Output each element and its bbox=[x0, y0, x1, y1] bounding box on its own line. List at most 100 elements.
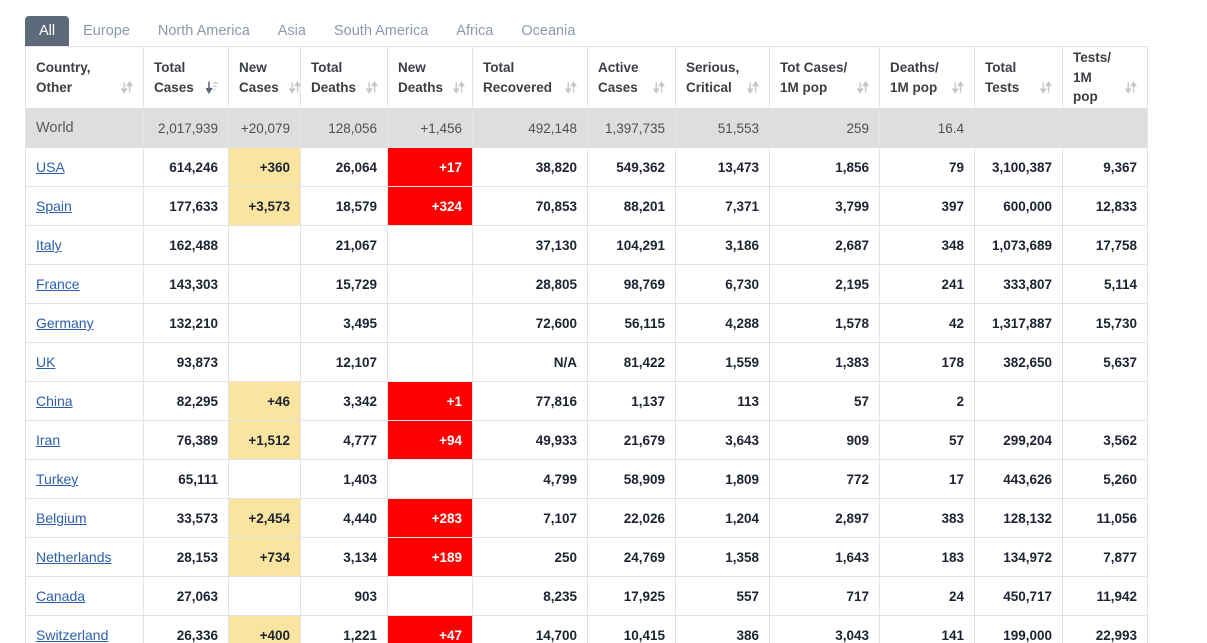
sort-both-icon-wrap[interactable] bbox=[366, 80, 379, 95]
column-header-other[interactable]: Country, Other bbox=[25, 46, 144, 109]
tab-all[interactable]: All bbox=[25, 16, 70, 46]
country-link[interactable]: China bbox=[36, 393, 73, 409]
column-header-line2: Deaths bbox=[311, 79, 357, 95]
cell-total-deaths: 4,440 bbox=[300, 498, 388, 538]
country-link[interactable]: Belgium bbox=[36, 510, 87, 526]
tab-north-america[interactable]: North America bbox=[144, 16, 264, 46]
sort-both-icon-wrap[interactable] bbox=[453, 80, 466, 95]
cell-country: France bbox=[25, 264, 144, 304]
cell-deaths-per-1m: 141 bbox=[879, 615, 975, 643]
table-row: Iran 76,389 +1,512 4,777 +94 49,933 21,679 3,64… bbox=[25, 420, 1148, 460]
column-header-line1: New bbox=[239, 59, 267, 75]
cell-total-tests bbox=[974, 381, 1063, 421]
column-header-cases[interactable]: Total Cases bbox=[143, 46, 229, 109]
tab-asia[interactable]: Asia bbox=[264, 16, 320, 46]
sort-both-icon-wrap[interactable] bbox=[288, 80, 301, 95]
cell-serious-critical: 51,553 bbox=[675, 108, 770, 148]
column-header-1m-pop[interactable]: Tot Cases/1M pop bbox=[769, 46, 880, 109]
sort-both-icon-wrap[interactable] bbox=[1040, 80, 1052, 95]
sort-both-icon-wrap[interactable] bbox=[565, 80, 577, 95]
country-link[interactable]: UK bbox=[36, 354, 55, 370]
sort-both-icon bbox=[453, 80, 466, 94]
cell-total-recovered: 49,933 bbox=[472, 420, 588, 460]
column-header-deaths[interactable]: Total Deaths bbox=[300, 46, 388, 109]
cell-active-cases: 22,026 bbox=[587, 498, 676, 538]
sort-both-icon-wrap[interactable] bbox=[747, 80, 759, 95]
country-link[interactable]: Canada bbox=[36, 588, 85, 604]
sort-both-icon-wrap[interactable] bbox=[857, 80, 869, 95]
column-header-line1: Serious, bbox=[686, 59, 740, 75]
cell-cases-per-1m: 1,643 bbox=[769, 537, 880, 577]
cell-deaths-per-1m: 17 bbox=[879, 459, 975, 499]
table-row: France 143,303 15,729 28,805 98,769 6,730 2,19… bbox=[25, 264, 1148, 304]
cell-country: Spain bbox=[25, 186, 144, 226]
column-header-1m-pop[interactable]: Deaths/1M pop bbox=[879, 46, 975, 109]
sort-both-icon bbox=[857, 80, 869, 94]
cell-tests-per-1m: 15,730 bbox=[1062, 303, 1148, 343]
table-row-world: World 2,017,939 +20,079 128,056 +1,456 492,14… bbox=[25, 108, 1148, 148]
cell-new-deaths bbox=[387, 576, 473, 616]
country-link[interactable]: USA bbox=[36, 159, 65, 175]
cell-total-recovered: 70,853 bbox=[472, 186, 588, 226]
column-header-recovered[interactable]: Total Recovered bbox=[472, 46, 588, 109]
cell-total-recovered: 77,816 bbox=[472, 381, 588, 421]
column-header-deaths[interactable]: New Deaths bbox=[387, 46, 473, 109]
sort-both-icon-wrap[interactable] bbox=[952, 80, 964, 95]
cell-cases-per-1m: 3,799 bbox=[769, 186, 880, 226]
sort-both-icon-wrap[interactable] bbox=[1125, 80, 1137, 95]
cell-tests-per-1m: 7,877 bbox=[1062, 537, 1148, 577]
cell-total-cases: 93,873 bbox=[143, 342, 229, 382]
tab-south-america[interactable]: South America bbox=[320, 16, 442, 46]
country-link[interactable]: Italy bbox=[36, 237, 62, 253]
cell-active-cases: 1,397,735 bbox=[587, 108, 676, 148]
sort-descending-icon-wrap[interactable] bbox=[206, 80, 218, 95]
sort-both-icon-wrap[interactable] bbox=[653, 80, 665, 95]
tab-oceania[interactable]: Oceania bbox=[507, 16, 589, 46]
sort-both-icon bbox=[366, 80, 379, 94]
cell-total-deaths: 15,729 bbox=[300, 264, 388, 304]
column-header-1m-pop[interactable]: Tests/1M pop bbox=[1062, 46, 1148, 109]
tab-europe[interactable]: Europe bbox=[69, 16, 144, 46]
column-header-line1: Deaths/ bbox=[890, 59, 939, 75]
cell-active-cases: 10,415 bbox=[587, 615, 676, 643]
cell-total-cases: 28,153 bbox=[143, 537, 229, 577]
cell-new-cases: +46 bbox=[228, 381, 301, 421]
sort-both-icon-wrap[interactable] bbox=[121, 80, 133, 95]
table-row: Italy 162,488 21,067 37,130 104,291 3,186 2,68… bbox=[25, 225, 1148, 265]
cell-deaths-per-1m: 24 bbox=[879, 576, 975, 616]
cell-deaths-per-1m: 79 bbox=[879, 147, 975, 187]
cell-total-tests: 1,073,689 bbox=[974, 225, 1063, 265]
cell-total-recovered: 37,130 bbox=[472, 225, 588, 265]
cell-new-deaths: +1,456 bbox=[387, 108, 473, 148]
column-header-critical[interactable]: Serious, Critical bbox=[675, 46, 770, 109]
column-header-cases[interactable]: Active Cases bbox=[587, 46, 676, 109]
country-link[interactable]: Switzerland bbox=[36, 627, 108, 643]
cell-active-cases: 98,769 bbox=[587, 264, 676, 304]
cell-country: Iran bbox=[25, 420, 144, 460]
cell-total-deaths: 1,221 bbox=[300, 615, 388, 643]
cell-deaths-per-1m: 178 bbox=[879, 342, 975, 382]
cell-total-cases: 132,210 bbox=[143, 303, 229, 343]
country-link[interactable]: Netherlands bbox=[36, 549, 112, 565]
country-link[interactable]: Iran bbox=[36, 432, 60, 448]
column-header-tests[interactable]: Total Tests bbox=[974, 46, 1063, 109]
cell-total-recovered: 4,799 bbox=[472, 459, 588, 499]
column-header-cases[interactable]: New Cases bbox=[228, 46, 301, 109]
cell-total-cases: 143,303 bbox=[143, 264, 229, 304]
country-link[interactable]: Spain bbox=[36, 198, 72, 214]
cell-tests-per-1m: 5,637 bbox=[1062, 342, 1148, 382]
cell-cases-per-1m: 57 bbox=[769, 381, 880, 421]
country-link[interactable]: Germany bbox=[36, 315, 94, 331]
cell-cases-per-1m: 772 bbox=[769, 459, 880, 499]
cell-serious-critical: 3,186 bbox=[675, 225, 770, 265]
cell-new-cases: +1,512 bbox=[228, 420, 301, 460]
tab-africa[interactable]: Africa bbox=[442, 16, 507, 46]
cell-total-tests bbox=[974, 108, 1063, 148]
table-row: USA 614,246 +360 26,064 +17 38,820 549,362 13,4… bbox=[25, 147, 1148, 187]
country-link[interactable]: France bbox=[36, 276, 80, 292]
cell-new-cases bbox=[228, 264, 301, 304]
column-header-line2: Other bbox=[36, 79, 73, 95]
country-link[interactable]: Turkey bbox=[36, 471, 78, 487]
table-row: Spain 177,633 +3,573 18,579 +324 70,853 88,201… bbox=[25, 186, 1148, 226]
cell-new-deaths: +1 bbox=[387, 381, 473, 421]
